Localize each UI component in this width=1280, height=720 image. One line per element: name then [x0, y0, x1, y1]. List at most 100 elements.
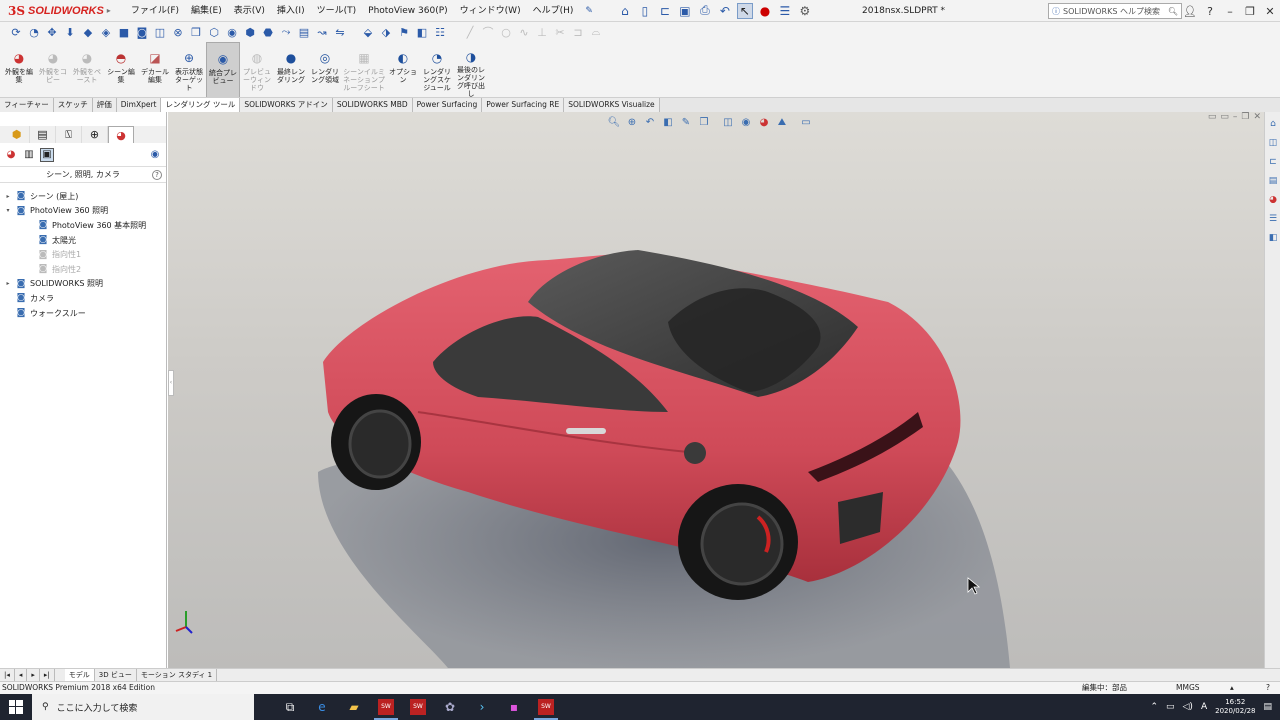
part-icon[interactable]: ⬙ [360, 24, 376, 40]
options-button[interactable]: ◐ オプション [386, 42, 420, 98]
cylinder-icon[interactable]: ◙ [134, 24, 150, 40]
proof-sheet-button[interactable]: ▦ シーンイルミネーションプルーフシート [342, 42, 386, 98]
property-manager-tab-icon[interactable]: ▤ [30, 126, 56, 143]
solidworks-taskbar-icon-2[interactable]: SW [402, 694, 434, 720]
scene-lights-cameras-icon[interactable]: ▣ [40, 147, 54, 162]
tree-node[interactable]: ▸ ◙ シーン (屋上) [0, 189, 166, 204]
home-task-icon[interactable]: ⌂ [1266, 117, 1280, 131]
start-button[interactable] [0, 694, 32, 720]
ime-indicator[interactable]: A [1201, 702, 1207, 712]
tab-visualize[interactable]: SOLIDWORKS Visualize [564, 98, 660, 112]
new-document-icon[interactable]: ▯ [637, 3, 653, 19]
down-arrow-icon[interactable]: ⬇ [62, 24, 78, 40]
tab-features[interactable]: フィーチャー [0, 98, 54, 112]
paste-appearance-button[interactable]: ◕ 外観をペースト [70, 42, 104, 98]
traffic-light-icon[interactable]: ● [757, 3, 773, 19]
edit-appearance-button[interactable]: ◕ 外観を編集 [2, 42, 36, 98]
units-dropdown-icon[interactable]: ▴ [1230, 682, 1234, 694]
scene-tool-icon[interactable]: ⬡ [206, 24, 222, 40]
cube-icon[interactable]: ❒ [188, 24, 204, 40]
file-properties-icon[interactable]: ☰ [777, 3, 793, 19]
panel-help-icon[interactable]: ? [152, 170, 162, 180]
volume-icon[interactable]: ◁) [1183, 702, 1193, 712]
save-icon[interactable]: ▣ [677, 3, 693, 19]
app-taskbar-icon[interactable]: ✿ [434, 694, 466, 720]
menu-help[interactable]: ヘルプ(H) [527, 0, 580, 22]
options-gear-icon[interactable]: ⚙ [797, 3, 813, 19]
taskbar-search-box[interactable]: ⚲ ここに入力して検索 [32, 694, 254, 720]
custom-properties-icon[interactable]: ☰ [1266, 212, 1280, 226]
minimize-button[interactable]: – [1220, 5, 1240, 18]
tab-sketch[interactable]: スケッチ [53, 98, 93, 112]
mirror-icon[interactable]: ⇋ [332, 24, 348, 40]
tree-node[interactable]: ◙ 太陽光 [0, 233, 166, 248]
sweep-icon[interactable]: ⤳ [278, 24, 294, 40]
nav-first-icon[interactable]: |◂ [0, 669, 15, 681]
menu-photoview[interactable]: PhotoView 360(P) [362, 0, 454, 22]
section-icon[interactable]: ◫ [152, 24, 168, 40]
copy-appearance-button[interactable]: ◕ 外観をコピー [36, 42, 70, 98]
file-explorer-icon[interactable]: ⊏ [1266, 155, 1280, 169]
menu-tools[interactable]: ツール(T) [311, 0, 363, 22]
shape-icon[interactable]: ⬣ [260, 24, 276, 40]
tab-evaluate[interactable]: 評価 [92, 98, 117, 112]
solidworks-logo[interactable]: 3S SOLIDWORKS ▸ [0, 0, 119, 22]
display-icon[interactable]: ◈ [98, 24, 114, 40]
tab-render-tools[interactable]: レンダリング ツール [161, 98, 241, 112]
pan-icon[interactable]: ✥ [44, 24, 60, 40]
units-selector[interactable]: MMGS [1176, 682, 1200, 694]
render-settings-icon[interactable]: ◉ [148, 148, 162, 162]
solidworks-active-taskbar-icon[interactable]: SW [530, 694, 562, 720]
restore-button[interactable]: ❐ [1240, 5, 1260, 18]
flag-icon[interactable]: ⚑ [396, 24, 412, 40]
view-palette-icon[interactable]: ▤ [1266, 174, 1280, 188]
tab-motion-study[interactable]: モーション スタディ 1 [137, 669, 218, 681]
notifications-icon[interactable]: ▤ [1263, 702, 1272, 712]
clock[interactable]: 16:52 2020/02/28 [1215, 698, 1255, 716]
user-icon[interactable]: 👤︎ [1180, 5, 1200, 18]
media-taskbar-icon[interactable]: ▪ [498, 694, 530, 720]
integrated-preview-button[interactable]: ◉ 統合プレビュー [206, 42, 240, 98]
nav-last-icon[interactable]: ▸| [40, 669, 55, 681]
help-question-icon[interactable]: ? [1200, 5, 1220, 18]
design-library-icon[interactable]: ◫ [1266, 136, 1280, 150]
edit-decal-button[interactable]: ◪ デカール編集 [138, 42, 172, 98]
config-manager-tab-icon[interactable]: ⍂ [56, 126, 82, 143]
tree-node[interactable]: ◙ 指向性1 [0, 247, 166, 262]
appearances-icon[interactable]: ◕ [4, 148, 18, 162]
help-search-input[interactable]: ⓘ SOLIDWORKS ヘルプ検索 🔍︎ [1048, 3, 1182, 19]
frame-icon[interactable]: ◧ [414, 24, 430, 40]
tab-model[interactable]: モデル [64, 669, 95, 681]
shade-icon[interactable]: ▤ [296, 24, 312, 40]
tab-mbd[interactable]: SOLIDWORKS MBD [332, 98, 413, 112]
display-state-target-button[interactable]: ⊕ 表示状態ターゲット [172, 42, 206, 98]
powershell-taskbar-icon[interactable]: › [466, 694, 498, 720]
tab-power-surfacing-re[interactable]: Power Surfacing RE [482, 98, 565, 112]
display-manager-tab-icon[interactable]: ◕ [108, 126, 134, 143]
menu-file[interactable]: ファイル(F) [125, 0, 185, 22]
home-icon[interactable]: ⌂ [617, 3, 633, 19]
tree-node[interactable]: ◙ PhotoView 360 基本照明 [0, 218, 166, 233]
curve-icon[interactable]: ↝ [314, 24, 330, 40]
render-schedule-button[interactable]: ◔ レンダリングスケジュール [420, 42, 454, 98]
search-icon[interactable]: 🔍︎ [1168, 7, 1178, 16]
customize-icon[interactable]: ? [1266, 682, 1270, 694]
nav-next-icon[interactable]: ▸ [27, 669, 40, 681]
menu-view[interactable]: 表示(V) [228, 0, 271, 22]
menu-edit[interactable]: 編集(E) [185, 0, 228, 22]
undo-icon[interactable]: ↶ [717, 3, 733, 19]
print-icon[interactable]: ⎙ [697, 3, 713, 19]
tree-node[interactable]: ◙ カメラ [0, 291, 166, 306]
layer-icon[interactable]: ◆ [80, 24, 96, 40]
select-icon[interactable]: ↖ [736, 2, 753, 19]
nav-prev-icon[interactable]: ◂ [15, 669, 28, 681]
edge-icon[interactable]: e [306, 694, 338, 720]
assembly-icon[interactable]: ⬗ [378, 24, 394, 40]
task-view-icon[interactable]: ⧉ [274, 694, 306, 720]
decals-icon[interactable]: ▥ [22, 148, 36, 162]
wire-icon[interactable]: ⬢ [242, 24, 258, 40]
recall-render-button[interactable]: ◑ 最後のレンダリング呼び出し [454, 42, 488, 98]
link-icon[interactable]: ⊗ [170, 24, 186, 40]
close-button[interactable]: ✕ [1260, 5, 1280, 18]
stack-icon[interactable]: ☷ [432, 24, 448, 40]
